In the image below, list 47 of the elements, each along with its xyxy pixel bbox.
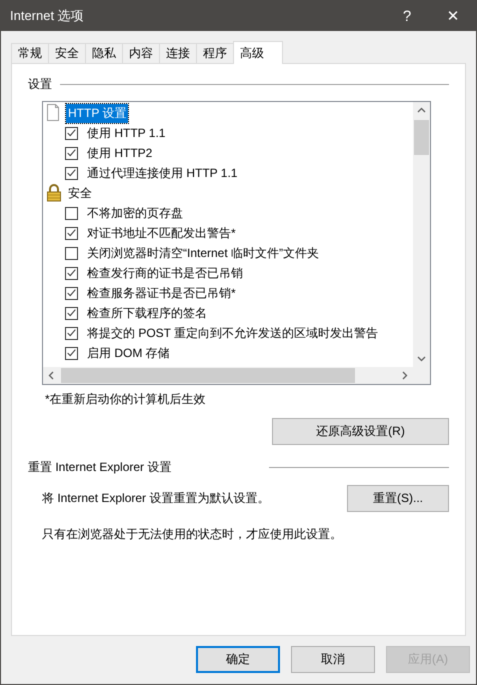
reset-button[interactable]: 重置(S)... xyxy=(347,485,449,512)
scroll-left-icon[interactable] xyxy=(47,371,56,380)
setting-label: 关闭浏览器时清空“Internet 临时文件”文件夹 xyxy=(86,244,320,262)
setting-label: 使用 HTTP 1.1 xyxy=(86,124,166,142)
tab[interactable]: 高级 xyxy=(233,41,283,64)
checkbox[interactable] xyxy=(65,146,78,160)
setting-label: 使用 HTTP2 xyxy=(86,144,154,162)
page-icon xyxy=(46,104,62,122)
setting-label: 将提交的 POST 重定向到不允许发送的区域时发出警告 xyxy=(86,324,380,342)
checkbox[interactable] xyxy=(65,286,78,300)
checkbox[interactable] xyxy=(65,346,78,360)
scroll-down-icon[interactable] xyxy=(417,354,426,363)
checkbox[interactable] xyxy=(65,306,78,320)
setting-label: 检查服务器证书是否已吊销* xyxy=(86,284,237,302)
checkbox[interactable] xyxy=(65,266,78,280)
padlock-icon xyxy=(46,184,62,202)
dialog-button[interactable]: 确定 xyxy=(196,646,280,673)
tree-group-item[interactable]: 安全 xyxy=(66,184,94,202)
help-button[interactable]: ? xyxy=(384,1,430,31)
settings-list[interactable]: HTTP 设置 使用 HTTP 1.1 使用 HTTP2 通过代理连接使用 HTTP 1.1 安全 不将加密的页存盘 对证书地址不匹配发出警告* 关闭浏览器时清空“Internet 临时文件”文件夹 检查发行商的证书是否已吊销 检查服务器证书是否已吊销* 检查所下载程序的签名 将提交的 POST 重定向到不允许发送的区域时发出警告 启用 DOM 存储 xyxy=(42,101,431,385)
setting-label: 检查所下载程序的签名 xyxy=(86,304,208,322)
vertical-scrollbar[interactable] xyxy=(413,102,430,367)
reset-description: 将 Internet Explorer 设置重置为默认设置。 xyxy=(42,490,270,507)
section-title: 重置 Internet Explorer 设置 xyxy=(28,459,172,476)
checkbox[interactable] xyxy=(65,126,78,140)
setting-label: 通过代理连接使用 HTTP 1.1 xyxy=(86,164,238,182)
setting-label: 检查发行商的证书是否已吊销 xyxy=(86,264,244,282)
close-button[interactable]: ✕ xyxy=(430,1,476,31)
tree-group-item[interactable]: HTTP 设置 xyxy=(66,104,128,122)
checkbox[interactable] xyxy=(65,206,78,220)
dialog-button[interactable]: 取消 xyxy=(291,646,375,673)
checkbox[interactable] xyxy=(65,246,78,260)
horizontal-scrollbar[interactable] xyxy=(43,367,430,384)
setting-label: 不将加密的页存盘 xyxy=(86,204,184,222)
restore-advanced-button[interactable]: 还原高级设置(R) xyxy=(272,418,449,445)
scroll-right-icon[interactable] xyxy=(400,371,409,380)
window-title: Internet 选项 xyxy=(10,7,85,25)
reset-note: 只有在浏览器处于无法使用的状态时，才应使用此设置。 xyxy=(42,526,343,543)
scroll-up-icon[interactable] xyxy=(417,106,426,115)
tab[interactable]: 常规 xyxy=(11,43,49,63)
section-title: 设置 xyxy=(28,76,52,93)
checkbox[interactable] xyxy=(65,166,78,180)
checkbox[interactable] xyxy=(65,326,78,340)
restart-note: *在重新启动你的计算机后生效 xyxy=(45,391,207,408)
checkbox[interactable] xyxy=(65,226,78,240)
setting-label: 对证书地址不匹配发出警告* xyxy=(86,224,237,242)
setting-label: 启用 DOM 存储 xyxy=(86,344,171,362)
